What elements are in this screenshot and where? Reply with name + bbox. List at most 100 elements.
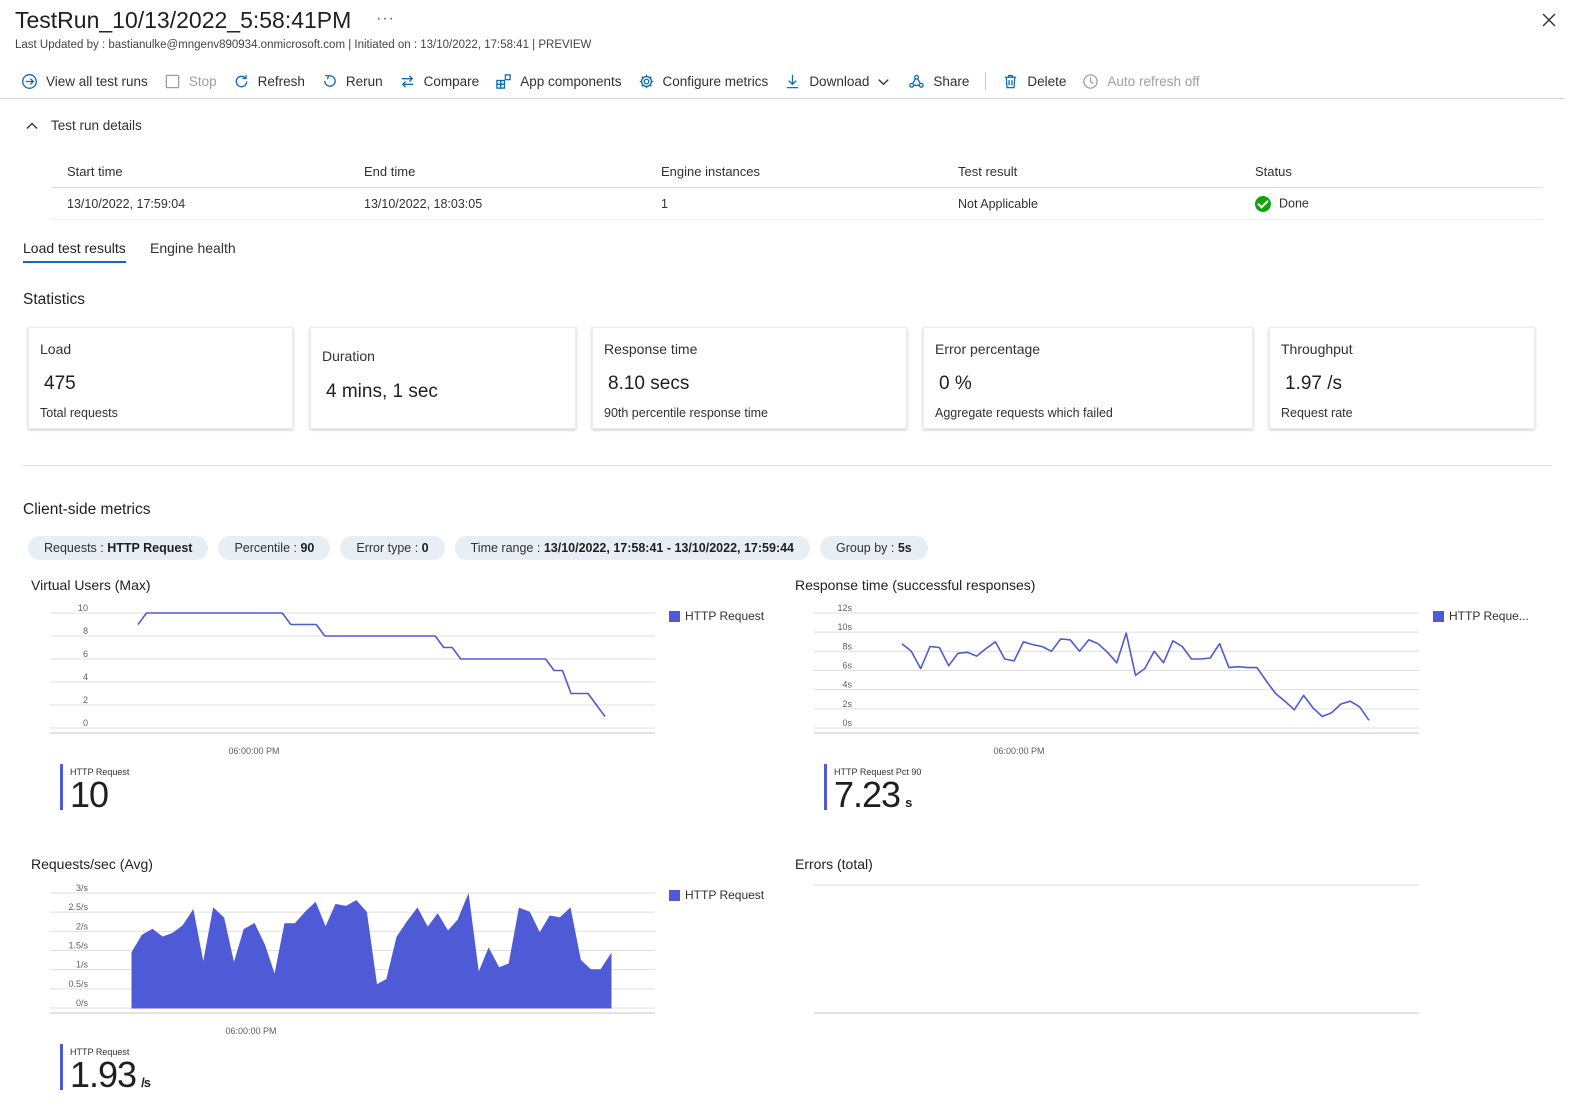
legend-swatch [1433,610,1444,622]
more-options-icon[interactable]: ··· [376,10,395,28]
download-label: Download [809,73,870,89]
chart-title-requests-per-sec: Requests/sec (Avg) [31,856,153,872]
end-time-value: 13/10/2022, 18:03:05 [364,196,483,211]
filter-value: 13/10/2022, 17:58:41 - 13/10/2022, 17:59… [543,541,795,555]
close-icon[interactable] [1539,10,1559,30]
app-components-button[interactable]: App components [495,73,622,90]
stat-label: Response time [604,341,698,357]
chart-legend[interactable]: HTTP Request [669,888,764,902]
status-value: Done [1239,195,1536,212]
stat-card-load: Load 475 Total requests [28,327,293,429]
statistics-heading: Statistics [23,291,86,308]
filter-pill-requests[interactable]: Requests : HTTP Request [28,536,209,560]
stat-label: Duration [322,348,375,364]
auto-refresh-button[interactable]: Auto refresh off [1082,73,1199,90]
metric-filters: Requests : HTTP Request Percentile : 90 … [28,536,938,560]
legend-swatch [669,889,680,901]
summary-value: 10 [70,774,109,815]
filter-value: 5s [897,541,912,555]
client-metrics-heading: Client-side metrics [23,501,151,518]
chevron-down-icon [878,78,890,85]
filter-pill-time-range[interactable]: Time range : 13/10/2022, 17:58:41 - 13/1… [454,536,811,560]
stat-sublabel: Aggregate requests which failed [935,406,1113,420]
legend-label: HTTP Reque... [1449,609,1529,623]
share-label: Share [933,73,970,89]
rerun-icon [323,74,336,87]
legend-label: HTTP Request [685,609,765,623]
y-tick-label: 2s [842,699,852,709]
legend-label: HTTP Request [685,888,765,902]
y-tick-label: 10 [78,603,88,613]
chart-response-time[interactable]: 0s 2s 4s 6s 8s 10s 12s 06:00:00 PM [794,600,1434,760]
toolbar-divider [985,72,987,90]
chevron-up-icon [26,122,38,129]
chart-errors[interactable] [794,880,1434,1040]
refresh-button[interactable]: Refresh [233,73,305,90]
legend-swatch [669,610,680,622]
rerun-button[interactable]: Rerun [321,73,383,90]
page-title: TestRun_10/13/2022_5:58:41PM [15,7,352,33]
gear-icon [639,74,653,88]
chart-legend[interactable]: HTTP Reque... [1433,609,1529,623]
check-circle-icon [1255,195,1271,212]
y-tick-label: 6s [842,661,852,671]
arrow-circle-right-icon [22,73,37,89]
test-result-value: Not Applicable [958,196,1038,211]
download-button[interactable]: Download [784,73,892,90]
stat-value: 0 % [939,373,972,394]
y-tick-label: 2 [83,695,88,705]
command-bar: View all test runs Stop Refresh Rerun Co… [21,70,1215,92]
y-tick-label: 12s [837,603,852,613]
configure-metrics-label: Configure metrics [662,73,769,89]
filter-pill-error-type[interactable]: Error type : 0 [340,536,445,560]
filter-pill-group-by[interactable]: Group by : 5s [820,536,928,560]
view-all-test-runs-button[interactable]: View all test runs [21,73,148,90]
y-tick-label: 2/s [76,921,89,931]
column-header-test-result: Test result [958,164,1018,179]
tab-load-test-results[interactable]: Load test results [23,240,126,263]
stat-label: Error percentage [935,341,1041,357]
x-tick-label: 06:00:00 PM [228,746,279,756]
stat-label: Throughput [1281,341,1353,357]
y-tick-label: 6 [83,649,88,659]
stop-button[interactable]: Stop [164,73,217,90]
chart-title-virtual-users: Virtual Users (Max) [31,577,151,593]
stop-label: Stop [188,73,217,89]
chart-virtual-users[interactable]: 0 2 4 6 8 10 06:00:00 PM [30,600,670,760]
refresh-icon [235,74,247,87]
y-tick-label: 0.5/s [68,979,88,989]
summary-value: 7.23 [834,774,901,815]
tab-engine-health[interactable]: Engine health [150,240,236,256]
auto-refresh-label: Auto refresh off [1107,73,1200,89]
section-divider [23,465,1551,466]
app-components-label: App components [520,73,622,89]
test-run-details-toggle[interactable]: Test run details [25,118,142,133]
page-subtitle: Last Updated by : bastianulke@mngenv8909… [15,39,592,51]
configure-metrics-button[interactable]: Configure metrics [638,73,769,90]
filter-pill-percentile[interactable]: Percentile : 90 [218,536,331,560]
trash-icon [1005,74,1017,88]
delete-button[interactable]: Delete [1002,73,1066,90]
share-button[interactable]: Share [908,73,969,90]
filter-value: 90 [300,541,315,555]
stat-sublabel: Request rate [1281,406,1353,420]
chart-requests-per-sec[interactable]: 0/s 0.5/s 1/s 1.5/s 2/s 2.5/s 3/s 06:00:00 PM [30,880,670,1040]
column-header-engine-instances: Engine instances [661,164,761,179]
stat-label: Load [40,341,72,357]
compare-label: Compare [423,73,480,89]
filter-value: 0 [421,541,429,555]
stat-card-throughput: Throughput 1.97 /s Request rate [1269,327,1535,429]
test-run-details-table: Start time End time Engine instances Tes… [51,156,1543,220]
stat-card-error-percentage: Error percentage 0 % Aggregate requests … [923,327,1253,429]
y-tick-label: 4s [842,680,852,690]
summary-unit: s [905,795,912,810]
y-tick-label: 2.5/s [68,902,88,912]
filter-key: Error type [356,541,412,555]
engine-instances-value: 1 [661,196,668,211]
summary-unit: /s [141,1075,151,1090]
chart-summary-response-time: HTTP Request Pct 90 7.23 s [824,764,921,813]
delete-label: Delete [1027,73,1067,89]
app-components-icon [496,73,511,89]
chart-legend[interactable]: HTTP Request [669,609,764,623]
compare-button[interactable]: Compare [399,73,480,90]
